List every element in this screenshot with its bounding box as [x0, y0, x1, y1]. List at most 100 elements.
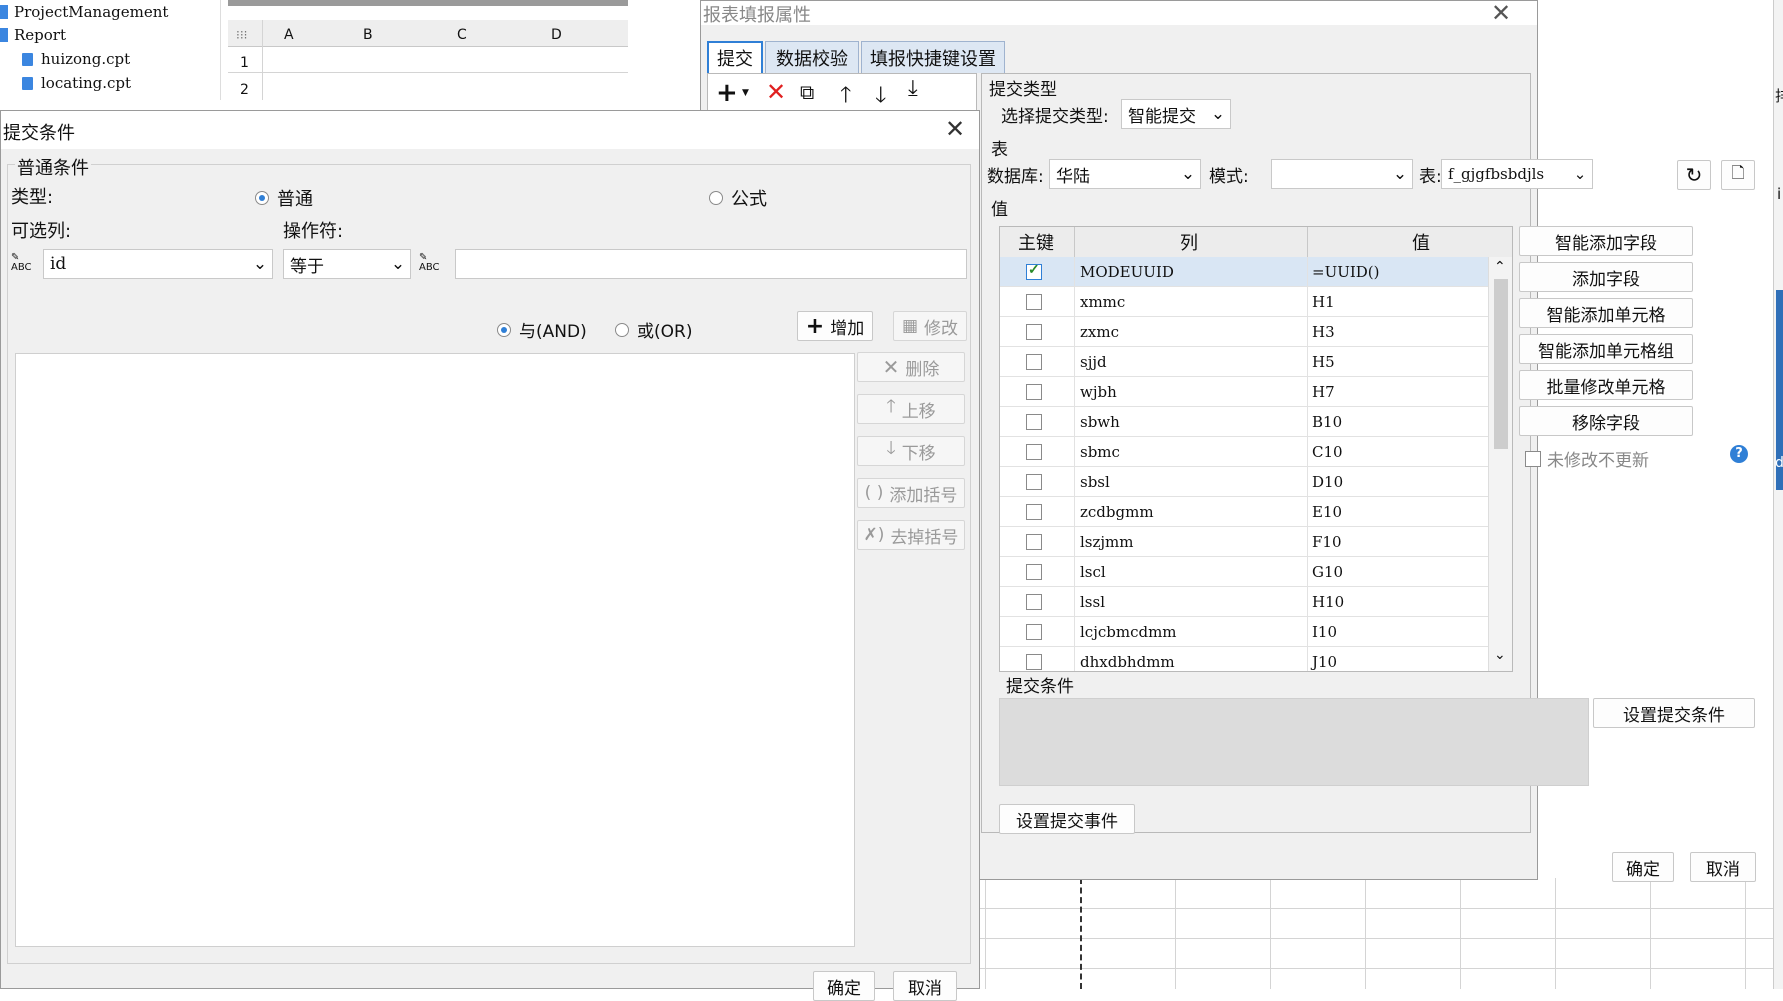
checkbox[interactable] [1026, 533, 1042, 550]
checkbox[interactable] [1026, 443, 1042, 460]
type-formula-radio[interactable]: 公式 [709, 185, 767, 211]
table-row[interactable]: sbwh B10 [1000, 407, 1488, 437]
checkbox[interactable] [1026, 473, 1042, 490]
tree-item-locating[interactable]: locating.cpt [22, 74, 131, 92]
report-cancel-button[interactable]: 取消 [1690, 852, 1756, 882]
ok-button[interactable]: 确定 [813, 971, 875, 1001]
move-bottom-icon[interactable]: ⤓ [908, 76, 918, 101]
column-cell: lszjmm [1080, 532, 1134, 551]
table-row[interactable]: dhxdbhdmm J10 [1000, 647, 1488, 671]
move-up-button[interactable]: 🡑 上移 [857, 394, 965, 424]
logic-and-radio[interactable]: 与(AND) [497, 317, 587, 342]
table-row[interactable]: lszjmm F10 [1000, 527, 1488, 557]
row-header-1[interactable]: 1 [240, 55, 249, 71]
no-update-checkbox[interactable]: 未修改不更新 [1525, 446, 1649, 471]
table-row[interactable]: zxmc H3 [1000, 317, 1488, 347]
modify-condition-button[interactable]: ▦ 修改 [893, 311, 967, 341]
table-row[interactable]: xmmc H1 [1000, 287, 1488, 317]
table-scrollbar[interactable]: ⌃ ⌄ [1488, 257, 1512, 671]
column-select[interactable]: id ⌄ [43, 249, 273, 279]
remove-parentheses-button[interactable]: ✗) 去掉括号 [857, 520, 965, 550]
grid-line [228, 72, 628, 73]
set-submit-event-button[interactable]: 设置提交事件 [999, 804, 1135, 834]
radio-dot [615, 322, 629, 337]
smart-add-cell-group-button[interactable]: 智能添加单元格组 [1519, 334, 1693, 364]
table-row[interactable]: lcjcbmcdmm I10 [1000, 617, 1488, 647]
tab-submit[interactable]: 提交 [707, 41, 763, 73]
delete-condition-button[interactable]: ✕ 删除 [857, 352, 965, 382]
checkbox[interactable] [1026, 383, 1042, 400]
add-condition-button[interactable]: + 增加 [797, 311, 873, 341]
smart-add-field-button[interactable]: 智能添加字段 [1519, 226, 1693, 256]
logic-or-radio[interactable]: 或(OR) [615, 317, 692, 342]
condition-value-input[interactable] [455, 249, 967, 279]
column-divider [1307, 617, 1308, 647]
tree-item-huizong[interactable]: huizong.cpt [22, 50, 130, 68]
dialog-title: 提交条件 [3, 123, 75, 144]
scroll-thumb[interactable] [1494, 279, 1508, 449]
column-header-d[interactable]: D [551, 27, 562, 43]
checkbox[interactable] [1026, 323, 1042, 340]
copy-icon[interactable]: ⧉ [800, 80, 814, 104]
table-row[interactable]: sbsl D10 [1000, 467, 1488, 497]
table-row[interactable]: sjjd H5 [1000, 347, 1488, 377]
submit-type-select[interactable]: 智能提交 ⌄ [1121, 99, 1231, 129]
abc-type-icon[interactable]: ✎ ABC [11, 253, 32, 273]
checkbox[interactable] [1026, 563, 1042, 580]
table-row[interactable]: ✓ MODEUUID =UUID() [1000, 257, 1488, 287]
checked-checkbox[interactable]: ✓ [1026, 262, 1042, 280]
tree-item-project[interactable]: ProjectManagement [0, 3, 168, 21]
column-header-c[interactable]: C [457, 27, 467, 43]
select-all-icon[interactable]: ⁝⁝⁝ [236, 28, 247, 42]
add-parentheses-button[interactable]: ( ) 添加括号 [857, 478, 965, 508]
checkbox[interactable] [1026, 653, 1042, 670]
tree-item-report[interactable]: Report [0, 26, 66, 44]
scroll-up-icon[interactable]: ⌃ [1494, 259, 1506, 275]
preview-table-button[interactable]: 🗋 [1721, 160, 1755, 190]
delete-icon[interactable]: ✕ [766, 78, 786, 106]
column-header-b[interactable]: B [363, 27, 373, 43]
checkbox[interactable] [1026, 503, 1042, 520]
close-icon[interactable]: ✕ [1491, 0, 1511, 27]
row-header-2[interactable]: 2 [240, 82, 249, 98]
chevron-down-icon[interactable]: ▼ [742, 88, 749, 98]
cancel-button[interactable]: 取消 [893, 971, 957, 1001]
column-divider [1307, 257, 1308, 287]
refresh-button[interactable]: ↻ [1677, 160, 1711, 190]
close-icon[interactable]: ✕ [945, 115, 965, 143]
table-row[interactable]: zcdbgmm E10 [1000, 497, 1488, 527]
remove-field-button[interactable]: 移除字段 [1519, 406, 1693, 436]
set-submit-condition-button[interactable]: 设置提交条件 [1593, 698, 1755, 728]
batch-modify-cell-button[interactable]: 批量修改单元格 [1519, 370, 1693, 400]
checkbox[interactable] [1026, 293, 1042, 310]
move-down-button[interactable]: 🡓 下移 [857, 436, 965, 466]
table-row[interactable]: lscl G10 [1000, 557, 1488, 587]
type-normal-radio[interactable]: 普通 [255, 185, 313, 211]
add-field-button[interactable]: 添加字段 [1519, 262, 1693, 292]
checkbox[interactable] [1026, 593, 1042, 610]
checkbox[interactable] [1026, 623, 1042, 640]
help-icon[interactable]: ? [1730, 445, 1748, 463]
tab-data-validation[interactable]: 数据校验 [765, 41, 859, 73]
scroll-down-icon[interactable]: ⌄ [1494, 647, 1506, 663]
grid-line [1270, 878, 1271, 989]
abc-type-icon[interactable]: ✎ ABC [419, 253, 440, 273]
grid-line [1460, 878, 1461, 989]
select-type-label: 选择提交类型: [1001, 107, 1109, 127]
checkbox[interactable] [1026, 413, 1042, 430]
table-row[interactable]: wjbh H7 [1000, 377, 1488, 407]
primary-key-cell [1026, 527, 1042, 556]
column-header-a[interactable]: A [284, 27, 294, 43]
table-row[interactable]: lssl H10 [1000, 587, 1488, 617]
column-divider [1307, 557, 1308, 587]
operator-select[interactable]: 等于 ⌄ [283, 249, 411, 279]
smart-add-cell-button[interactable]: 智能添加单元格 [1519, 298, 1693, 328]
grid-line [1175, 878, 1176, 989]
table-row[interactable]: sbmc C10 [1000, 437, 1488, 467]
column-divider [1307, 527, 1308, 557]
condition-list[interactable] [15, 353, 855, 947]
add-icon[interactable]: + [716, 78, 738, 108]
tab-shortcut-settings[interactable]: 填报快捷键设置 [861, 41, 1005, 73]
checkbox[interactable] [1026, 353, 1042, 370]
report-ok-button[interactable]: 确定 [1612, 852, 1674, 882]
